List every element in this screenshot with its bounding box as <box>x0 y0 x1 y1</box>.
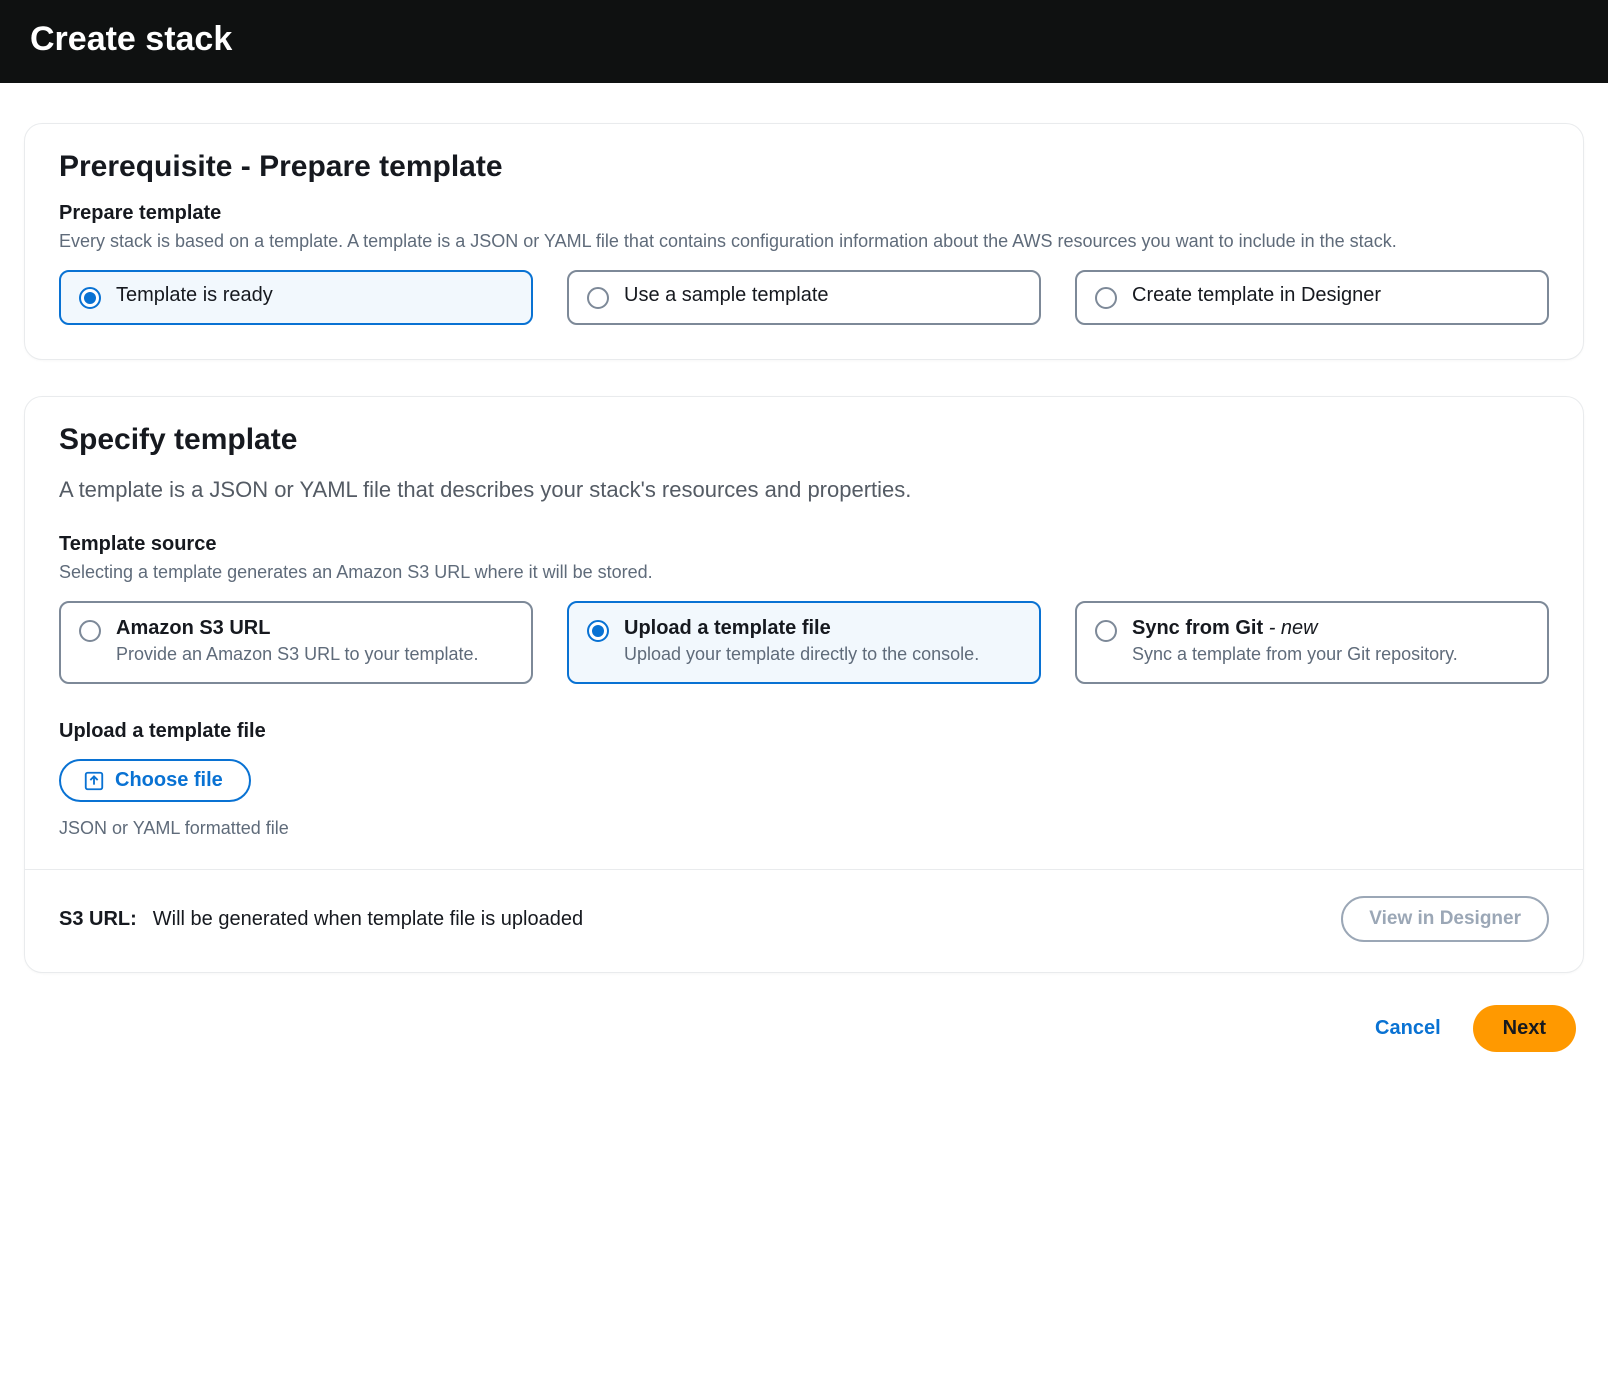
option-upload-template-file[interactable]: Upload a template file Upload your templ… <box>567 601 1041 684</box>
radio-icon <box>1095 620 1117 642</box>
prepare-template-help: Every stack is based on a template. A te… <box>59 229 1549 254</box>
option-label: Amazon S3 URL <box>116 617 513 640</box>
upload-icon <box>83 770 105 792</box>
option-label: Use a sample template <box>624 284 1021 307</box>
option-sync-from-git[interactable]: Sync from Git - new Sync a template from… <box>1075 601 1549 684</box>
option-template-is-ready[interactable]: Template is ready <box>59 270 533 325</box>
specify-template-panel: Specify template A template is a JSON or… <box>24 396 1584 973</box>
prerequisite-title: Prerequisite - Prepare template <box>59 150 1549 184</box>
radio-icon <box>587 620 609 642</box>
cancel-button[interactable]: Cancel <box>1369 1016 1447 1041</box>
s3-url-value: Will be generated when template file is … <box>153 908 583 931</box>
option-desc: Upload your template directly to the con… <box>624 642 1021 666</box>
option-amazon-s3-url[interactable]: Amazon S3 URL Provide an Amazon S3 URL t… <box>59 601 533 684</box>
specify-template-title: Specify template <box>59 423 1549 457</box>
new-tag: - new <box>1269 617 1318 639</box>
choose-file-label: Choose file <box>115 769 223 792</box>
template-source-options: Amazon S3 URL Provide an Amazon S3 URL t… <box>59 601 1549 684</box>
next-button[interactable]: Next <box>1473 1005 1576 1052</box>
page-title: Create stack <box>30 20 1578 59</box>
option-desc: Sync a template from your Git repository… <box>1132 642 1529 666</box>
template-source-help: Selecting a template generates an Amazon… <box>59 560 1549 585</box>
template-source-label: Template source <box>59 533 1549 556</box>
upload-template-block: Upload a template file Choose file JSON … <box>59 720 1549 839</box>
view-in-designer-button[interactable]: View in Designer <box>1341 896 1549 942</box>
s3-url-label: S3 URL: <box>59 908 137 931</box>
prepare-template-options: Template is ready Use a sample template … <box>59 270 1549 325</box>
footer-actions: Cancel Next <box>24 991 1584 1062</box>
radio-icon <box>587 287 609 309</box>
page-header: Create stack <box>0 0 1608 83</box>
choose-file-button[interactable]: Choose file <box>59 759 251 802</box>
option-use-sample-template[interactable]: Use a sample template <box>567 270 1041 325</box>
prepare-template-label: Prepare template <box>59 202 1549 225</box>
s3-url-row: S3 URL: Will be generated when template … <box>25 869 1583 972</box>
option-label: Create template in Designer <box>1132 284 1529 307</box>
option-label: Upload a template file <box>624 617 1021 640</box>
prerequisite-panel: Prerequisite - Prepare template Prepare … <box>24 123 1584 360</box>
upload-template-label: Upload a template file <box>59 720 1549 743</box>
file-format-hint: JSON or YAML formatted file <box>59 818 1549 839</box>
option-desc: Provide an Amazon S3 URL to your templat… <box>116 642 513 666</box>
option-create-template-in-designer[interactable]: Create template in Designer <box>1075 270 1549 325</box>
radio-icon <box>79 287 101 309</box>
radio-icon <box>79 620 101 642</box>
radio-icon <box>1095 287 1117 309</box>
specify-template-subtitle: A template is a JSON or YAML file that d… <box>59 475 1549 505</box>
option-label: Template is ready <box>116 284 513 307</box>
option-label: Sync from Git - new <box>1132 617 1529 640</box>
